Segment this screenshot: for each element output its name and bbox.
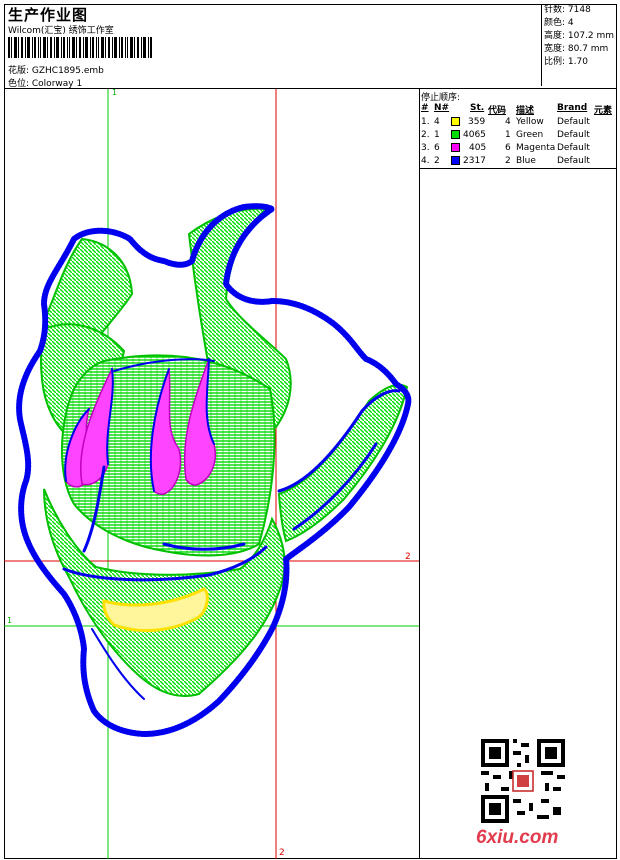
row-code: 2 [505,156,511,166]
color-swatch [451,117,460,126]
row-desc: Magenta [516,143,556,153]
panel-separator [419,168,616,169]
row-brand: Default [557,156,590,166]
design-file: 花版: GZHC1895.emb [8,66,104,76]
col-header-needle: N# [434,103,450,113]
row-needle: 4 [434,117,440,127]
row-code: 4 [505,117,511,127]
row-index: 3. [421,143,430,153]
embroidery-design: 1 1 2 2 [4,89,419,859]
guide-label-red-bottom: 2 [279,848,285,858]
row-needle: 2 [434,156,440,166]
row-code: 6 [505,143,511,153]
guide-label-green-top: 1 [112,89,117,97]
col-header-brand: Brand [557,103,588,113]
row-index: 4. [421,156,430,166]
colorway: 色位: Colorway 1 [8,79,83,89]
design-scale: 比例: 1.70 [544,57,588,67]
page-title: 生产作业图 [8,6,89,24]
col-header-stitches: St. [470,103,485,113]
row-desc: Yellow [516,117,544,127]
col-header-desc: 描述 [516,106,535,116]
stop-sequence-title: 停止顺序: [421,93,461,103]
row-stitches: 405 [469,143,487,153]
guide-label-green-left: 1 [7,616,12,625]
green-ear [277,383,409,543]
color-count: 颜色: 4 [544,18,574,28]
row-index: 1. [421,117,430,127]
row-needle: 6 [434,143,440,153]
color-swatch [451,156,460,165]
barcode [8,37,152,58]
row-brand: Default [557,130,590,140]
col-header-index: # [421,103,429,113]
row-stitches: 2317 [463,156,486,166]
color-swatch [451,130,460,139]
stats-box: 针数: 7148 颜色: 4 高度: 107.2 mm 宽度: 80.7 mm … [541,4,617,86]
qr-code [481,739,565,823]
studio-name: Wilcom(汇宝) 绣饰工作室 [8,26,114,36]
stitch-count: 针数: 7148 [544,5,591,15]
row-desc: Green [516,130,544,140]
row-brand: Default [557,117,590,127]
row-brand: Default [557,143,590,153]
row-desc: Blue [516,156,536,166]
col-header-code: 代码 [488,106,507,116]
design-height: 高度: 107.2 mm [544,31,615,41]
row-stitches: 359 [468,117,486,127]
design-width: 宽度: 80.7 mm [544,44,609,54]
row-needle: 1 [434,130,440,140]
watermark-logo: 6xiu.com [476,827,559,848]
col-header-element: 元素 [594,106,613,116]
row-code: 1 [505,130,511,140]
row-stitches: 4065 [463,130,486,140]
row-index: 2. [421,130,430,140]
guide-label-red-right: 2 [405,552,411,562]
color-swatch [451,143,460,152]
